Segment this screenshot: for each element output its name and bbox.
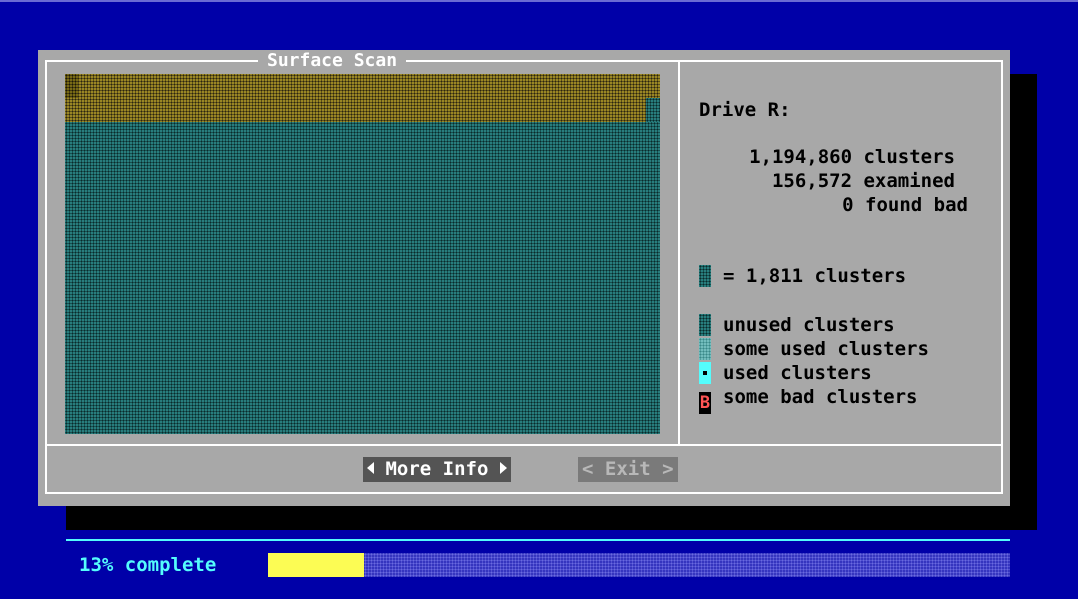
dos-screen: Surface Scan Drive R: 1,194,860 clusters… <box>0 0 1078 599</box>
legend-unused-label: unused clusters <box>723 314 895 336</box>
bad-clusters-count: 0 found bad <box>842 194 968 216</box>
progress-bar <box>268 553 1010 577</box>
legend-scale: = 1,811 clusters <box>699 264 906 288</box>
cluster-map-current-block <box>65 74 78 98</box>
examined-clusters: 156,572 examined <box>771 170 955 192</box>
panel-divider <box>678 60 680 446</box>
cluster-map-scanned-region <box>65 74 660 122</box>
screen-top-edge <box>0 0 1078 2</box>
legend-used: used clusters <box>699 361 872 385</box>
legend-scale-label: = 1,811 clusters <box>723 265 907 287</box>
used-swatch-icon <box>699 362 711 384</box>
cluster-map <box>65 74 660 434</box>
progress-text: 13% complete <box>79 554 217 576</box>
drive-label: Drive R: <box>699 99 791 121</box>
legend-bad-label: some bad clusters <box>723 386 918 408</box>
some-used-swatch-icon <box>699 338 711 360</box>
exit-button[interactable]: < Exit > <box>578 457 678 482</box>
left-arrow-icon <box>367 462 374 474</box>
bad-swatch-icon: B <box>699 392 711 414</box>
block-swatch-icon <box>699 265 711 287</box>
button-bar-divider <box>45 444 1003 446</box>
legend-some-used-label: some used clusters <box>723 338 929 360</box>
total-clusters: 1,194,860 clusters <box>749 146 955 168</box>
legend-bad: Bsome bad clusters <box>699 385 918 414</box>
legend-unused: unused clusters <box>699 313 895 337</box>
right-arrow-icon <box>499 462 507 474</box>
status-separator <box>66 539 1010 541</box>
surface-scan-dialog: Surface Scan Drive R: 1,194,860 clusters… <box>38 50 1010 506</box>
exit-label: < Exit > <box>582 458 674 480</box>
unused-swatch-icon <box>699 314 711 336</box>
dialog-title: Surface Scan <box>258 51 407 71</box>
more-info-button[interactable]: More Info <box>363 457 511 482</box>
legend-some-used: some used clusters <box>699 337 929 361</box>
legend-used-label: used clusters <box>723 362 872 384</box>
more-info-label: More Info <box>385 458 489 480</box>
progress-bar-fill <box>268 553 364 577</box>
cluster-map-unscanned-tail <box>646 98 660 122</box>
